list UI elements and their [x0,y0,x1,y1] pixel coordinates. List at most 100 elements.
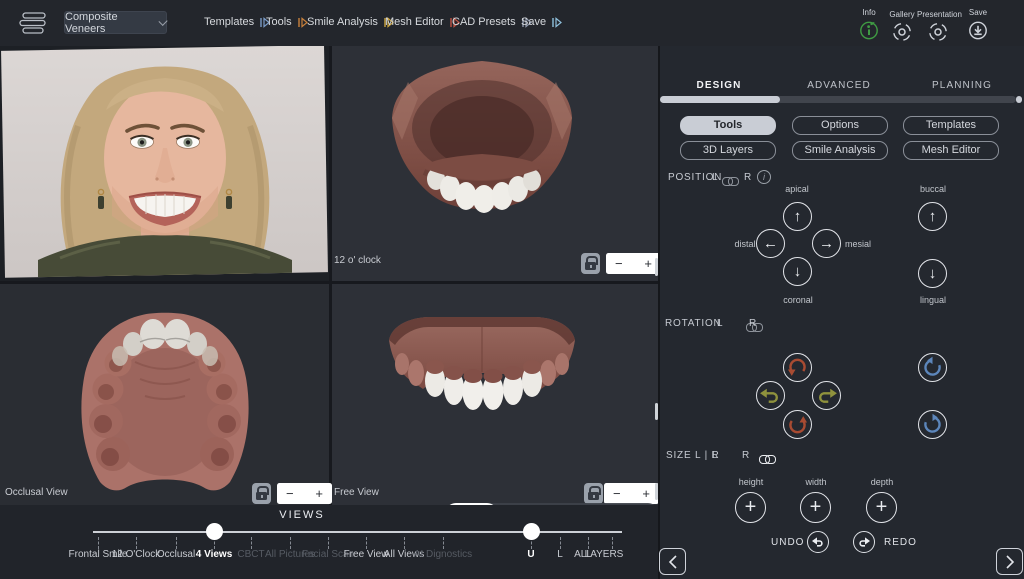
position-info-icon[interactable]: i [757,170,771,184]
tab-design[interactable]: DESIGN [697,80,742,91]
panel-button-mesh-editor[interactable]: Mesh Editor [903,141,999,160]
label-apical: apical [785,184,809,194]
undo-button[interactable] [807,531,829,553]
viewport-12-oclock[interactable]: 12 o' clock − + [332,46,658,281]
menu-mesh-editor[interactable]: Mesh Editor [385,16,460,28]
move-buccal-button[interactable]: ↑ [918,202,947,231]
menu-cad-presets[interactable]: CAD Presets [452,16,532,28]
next-step-button[interactable] [996,548,1023,575]
tab-advanced[interactable]: ADVANCED [807,80,871,91]
zoom-in-button[interactable]: + [315,487,323,500]
panel-button-templates[interactable]: Templates [903,116,999,135]
panel-resize-handle[interactable] [655,483,658,500]
label-lingual: lingual [920,295,946,305]
view-option-occlusal[interactable]: Occlusal [157,549,195,560]
panel-resize-handle[interactable] [655,258,658,276]
menu-smile-analysis[interactable]: Smile Analysis [307,16,394,28]
move-lingual-button[interactable]: ↓ [918,259,947,288]
tab-planning[interactable]: PLANNING [932,80,992,91]
move-mesial-button[interactable]: → [812,229,841,258]
label-height: height [739,477,764,487]
redo-label: REDO [884,537,917,548]
chevron-left-icon [668,555,678,569]
rotate-down-button[interactable] [783,410,812,439]
panel-resize-handle[interactable] [655,403,658,420]
move-distal-button[interactable]: ← [756,229,785,258]
views-slider-track[interactable] [93,531,622,533]
chevron-right-icon [1005,555,1015,569]
label-coronal: coronal [783,295,813,305]
redo-button[interactable] [853,531,875,553]
zoom-out-button[interactable]: − [286,487,294,500]
move-coronal-button[interactable]: ↓ [783,257,812,286]
quick-action-gallery[interactable]: Gallery [886,10,918,43]
size-link-left[interactable]: L [712,450,718,461]
menu-tools[interactable]: Tools [266,16,308,28]
rotate-right-button[interactable] [812,381,841,410]
panel-button-smile-analysis[interactable]: Smile Analysis [792,141,888,160]
dental-cad-app: Composite Veneers Templates Tools Smile … [0,0,1024,579]
view-option-free-view[interactable]: Free View [344,549,389,560]
rotation-section-title: ROTATION [665,318,722,329]
move-apical-button[interactable]: ↑ [783,202,812,231]
viewport-free-view[interactable] [332,284,658,505]
model-occlusal [0,284,329,505]
zoom-in-button[interactable]: + [644,257,652,270]
menu-templates[interactable]: Templates [204,16,270,28]
quick-action-save[interactable]: Save [963,8,993,41]
top-menu-bar: Composite Veneers Templates Tools Smile … [0,0,1024,46]
panel-button-3d-layers[interactable]: 3D Layers [680,141,776,160]
lock-icon[interactable] [252,483,271,504]
prev-step-button[interactable] [659,548,686,575]
views-title: VIEWS [262,509,342,521]
layer-option-layers[interactable]: LAYERS [585,549,624,560]
layer-option-lower[interactable]: L [557,549,563,560]
view-option-4-views[interactable]: 4 Views [196,549,233,560]
panel-button-options[interactable]: Options [792,116,888,135]
lock-icon[interactable] [584,483,603,504]
viewport-frontal-smile[interactable] [0,46,329,281]
lock-icon[interactable] [581,253,600,274]
link-chain-icon[interactable] [722,176,738,185]
panel-button-tools[interactable]: Tools [680,116,776,135]
rotation-link-left[interactable]: L [717,318,723,329]
size-width-button[interactable]: + [800,492,831,523]
info-icon [854,19,884,41]
quick-action-info[interactable]: Info [854,8,884,41]
zoom-out-button[interactable]: − [615,257,623,270]
rotation-link-right[interactable]: R [749,318,757,329]
slider-tick [443,537,444,549]
rotate-up-button[interactable] [783,353,812,382]
view-option-12-oclock[interactable]: 12 O'Clock [112,549,161,560]
view-option-cbct[interactable]: CBCT [237,549,264,560]
size-depth-button[interactable]: + [866,492,897,523]
zoom-control: − + [606,253,658,274]
app-logo-menu-icon[interactable] [18,12,50,35]
quick-action-presentation[interactable]: Presentation [917,10,959,43]
size-height-button[interactable]: + [735,492,766,523]
position-link-right[interactable]: R [744,172,752,183]
size-link-right[interactable]: R [742,450,750,461]
flow-arrow-icon [552,17,562,28]
menu-save[interactable]: Save [521,16,562,28]
view-option-ai-diagnostics[interactable]: AI Dignostics [414,549,472,560]
plus-icon: + [876,497,888,517]
views-slider-knob[interactable] [206,523,223,540]
zoom-in-button[interactable]: + [642,487,650,500]
arrow-up-icon: ↑ [929,209,937,224]
rotate-left-button[interactable] [756,381,785,410]
gallery-icon [886,21,918,43]
presentation-icon [917,21,959,43]
zoom-out-button[interactable]: − [613,487,621,500]
rotate-axial-ccw-button[interactable] [918,353,947,382]
layer-option-upper[interactable]: U [527,549,534,560]
rotate-axial-cw-button[interactable] [918,410,947,439]
position-link-left[interactable]: L [712,172,718,183]
slider-tick [136,537,137,549]
viewport-occlusal[interactable] [0,284,329,505]
arrow-right-icon: → [819,236,834,251]
layers-slider-knob[interactable] [523,523,540,540]
case-type-dropdown[interactable]: Composite Veneers [64,11,167,34]
viewport-label: Occlusal View [5,487,68,498]
link-chain-icon[interactable] [759,454,775,463]
